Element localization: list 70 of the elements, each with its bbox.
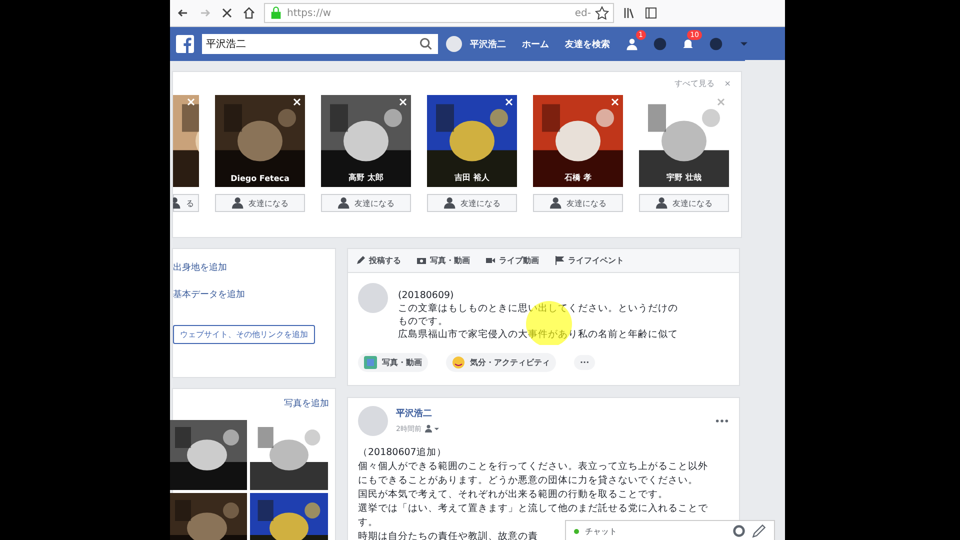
composer-tab[interactable]: ライブ動画 xyxy=(486,255,539,266)
add-friend-button[interactable]: 友達になる xyxy=(215,194,305,212)
post-text: 選挙では「はい、考えて置きます」と流して他のまだ託せる党に入れることで xyxy=(358,502,708,516)
facebook-logo-icon[interactable] xyxy=(176,35,194,53)
intro-link[interactable]: 基本データを追加 xyxy=(173,288,327,301)
online-dot-icon xyxy=(574,528,579,534)
person-name[interactable]: 宇野 壮哉 xyxy=(666,172,702,183)
composer-text[interactable]: ものです。 xyxy=(398,315,448,328)
url-suffix: ed- xyxy=(574,8,591,18)
more-button[interactable]: ··· xyxy=(574,355,596,370)
flag-icon xyxy=(555,256,564,265)
add-website-button[interactable]: ウェブサイト、その他リンクを追加 xyxy=(173,325,315,344)
post-text: にもできることがあります。どうか悪意の団体に力を貸さないでください。 xyxy=(358,474,698,488)
home-icon[interactable] xyxy=(242,6,256,20)
avatar-icon[interactable] xyxy=(446,36,462,52)
post-author[interactable]: 平沢浩二 xyxy=(396,406,707,420)
add-friend-button[interactable]: る xyxy=(173,194,199,212)
lock-icon xyxy=(269,6,283,20)
add-person-icon xyxy=(173,196,183,210)
url-text: https://w xyxy=(287,8,332,18)
camera-icon xyxy=(417,256,426,265)
search-icon[interactable] xyxy=(419,37,433,51)
person-name[interactable]: Diego Feteca xyxy=(230,174,290,183)
composer-tab[interactable]: 投稿する xyxy=(356,255,401,266)
composer-tab[interactable]: 写真・動画 xyxy=(417,255,470,266)
chat-label: チャット xyxy=(585,526,618,536)
post-text: （20180607追加） xyxy=(358,446,446,460)
composer-action[interactable]: 気分・アクティビティ xyxy=(446,353,556,372)
avatar-icon xyxy=(358,283,388,313)
add-person-icon xyxy=(338,196,352,210)
post-text: 国民が本気で考えて、それぞれが出来る範囲の行動を取ることです。 xyxy=(358,488,668,502)
composer-action[interactable]: 写真・動画 xyxy=(358,353,428,372)
add-person-icon xyxy=(444,196,458,210)
composer-tab[interactable]: ライフイベント xyxy=(555,255,624,266)
video-icon xyxy=(486,256,495,265)
add-person-icon xyxy=(656,196,670,210)
sidebar-icon[interactable] xyxy=(644,6,658,20)
composer-text[interactable]: (20180609) xyxy=(398,289,454,302)
settings-icon[interactable] xyxy=(732,524,746,538)
post-text: 個々個人ができる範囲のことを行ってください。表立って立ち上がること以外 xyxy=(358,460,708,474)
person-name[interactable]: 石橋 孝 xyxy=(564,172,592,183)
intro-link[interactable]: 出身地を追加 xyxy=(173,261,327,274)
add-friend-button[interactable]: 友達になる xyxy=(427,194,517,212)
pencil-icon xyxy=(356,256,365,265)
chat-bar[interactable]: チャット xyxy=(565,520,775,540)
composer-text[interactable]: 広島県福山市で家宅侵入の大事件があり私の名前と年齢に似て xyxy=(398,328,678,341)
compose-icon[interactable] xyxy=(752,524,766,538)
close-icon[interactable] xyxy=(220,6,234,20)
star-icon[interactable] xyxy=(595,6,609,20)
friends-icon[interactable] xyxy=(625,37,639,51)
person-name[interactable]: 吉田 裕人 xyxy=(454,172,490,183)
feeling-icon xyxy=(452,356,465,369)
nav-link[interactable]: 友達を検索 xyxy=(561,38,614,50)
search-field[interactable]: 平沢浩二 xyxy=(202,34,438,54)
messenger-icon[interactable] xyxy=(653,37,667,51)
person-name[interactable]: 高野 太郎 xyxy=(348,172,384,183)
library-icon[interactable] xyxy=(622,6,636,20)
help-icon[interactable] xyxy=(709,37,723,51)
add-friend-button[interactable]: 友達になる xyxy=(321,194,411,212)
bell-icon[interactable] xyxy=(681,37,695,51)
add-friend-button[interactable]: 友達になる xyxy=(639,194,729,212)
photo-icon xyxy=(364,356,377,369)
add-person-icon xyxy=(232,196,246,210)
nav-link[interactable]: ホーム xyxy=(518,38,553,50)
post-text: す。 xyxy=(358,516,378,530)
add-friend-button[interactable]: 友達になる xyxy=(533,194,623,212)
profile-link[interactable]: 平沢浩二 xyxy=(466,38,510,50)
add-person-icon xyxy=(550,196,564,210)
url-field[interactable]: https://w ed- xyxy=(264,3,614,23)
add-photo-link[interactable]: 写真を追加 xyxy=(284,397,329,410)
